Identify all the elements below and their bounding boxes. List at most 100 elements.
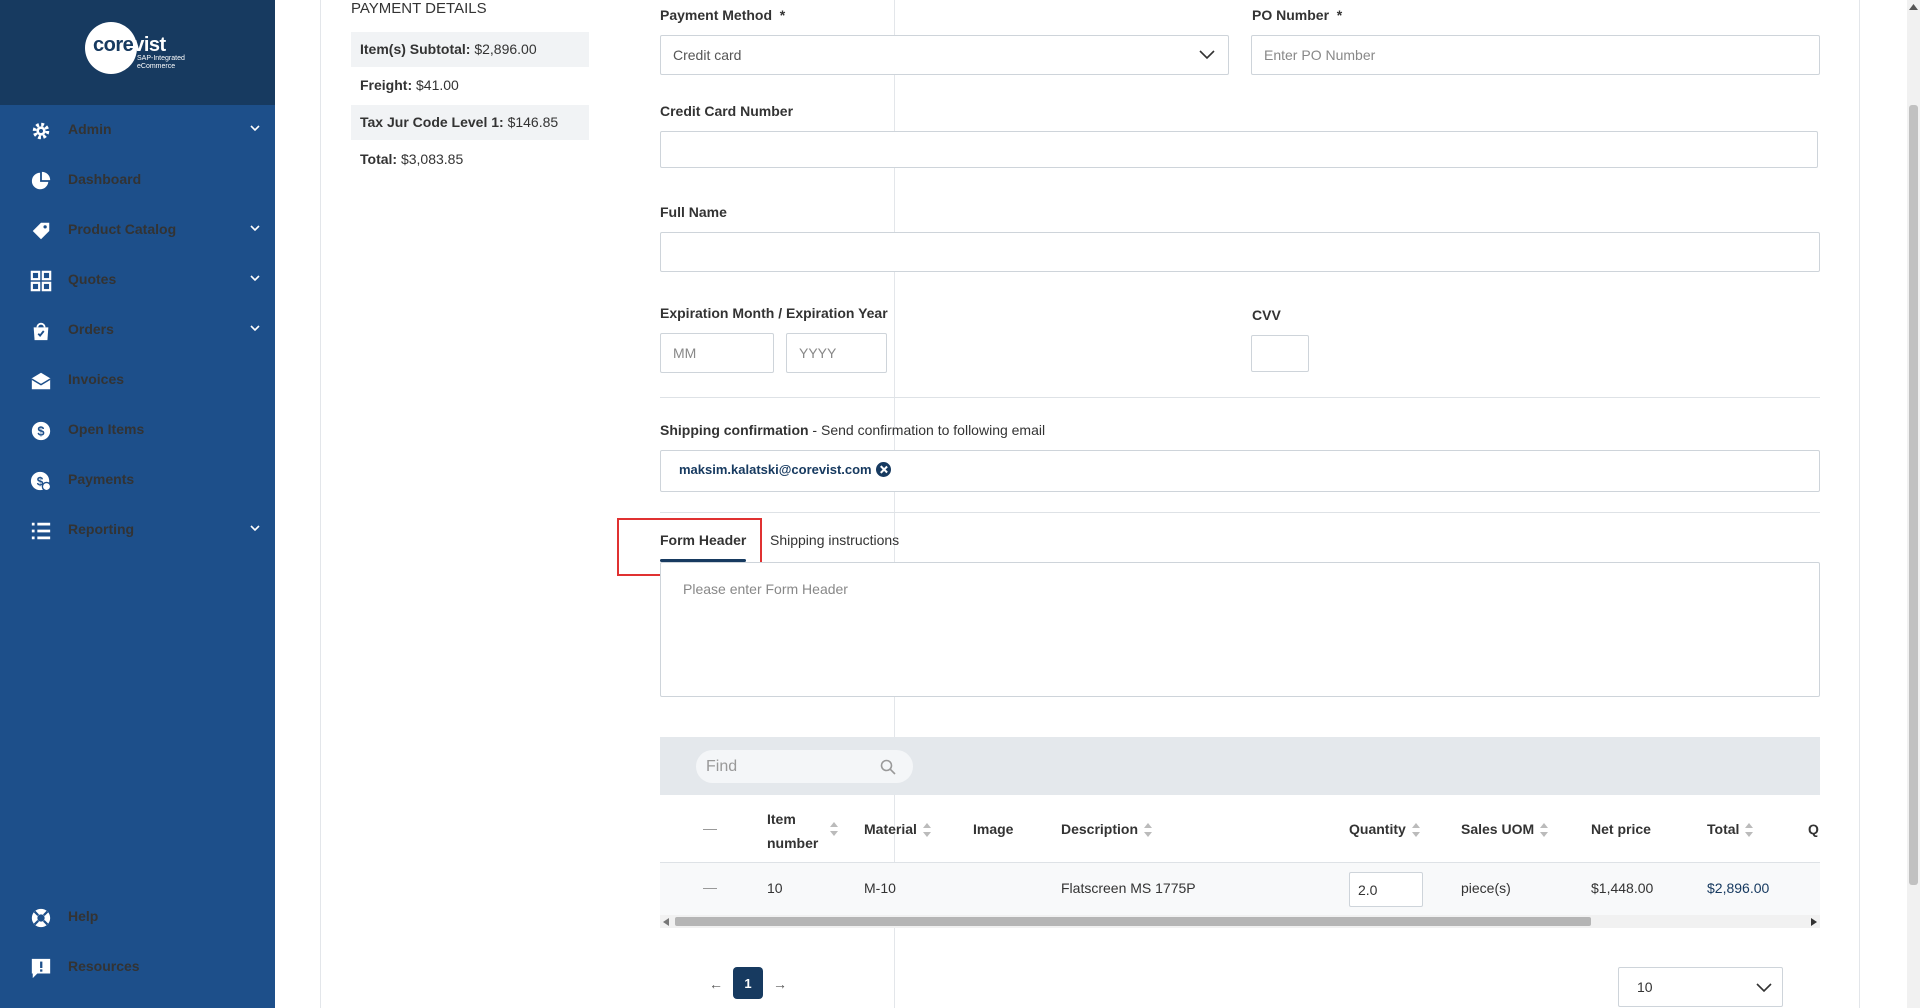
sidebar-item-invoices[interactable]: Invoices: [0, 360, 275, 400]
cell-description: Flatscreen MS 1775P: [1061, 880, 1196, 896]
sidebar-item-open-items[interactable]: $ Open Items: [0, 410, 275, 450]
sidebar-item-help[interactable]: Help: [0, 897, 275, 937]
sort-icon[interactable]: [1144, 822, 1153, 838]
sidebar-item-label: Product Catalog: [68, 221, 177, 237]
page-size-select[interactable]: 10: [1618, 967, 1783, 1007]
prev-page-button[interactable]: ←: [709, 976, 723, 992]
expiration-year-input[interactable]: YYYY: [786, 333, 887, 373]
form-header-textarea[interactable]: [660, 562, 1820, 697]
tag-icon: [32, 222, 50, 240]
expiration-month-input[interactable]: MM: [660, 333, 774, 373]
chevron-down-icon: [250, 125, 260, 132]
sidebar-item-orders[interactable]: Orders: [0, 310, 275, 350]
sidebar-item-label: Admin: [68, 121, 112, 137]
freight-row: Freight: $41.00: [360, 77, 459, 93]
chevron-down-icon: [250, 275, 260, 282]
sidebar-item-resources[interactable]: Resources: [0, 947, 275, 987]
dollar-circle-icon: $: [31, 421, 51, 441]
sort-icon[interactable]: [1540, 822, 1549, 838]
grid-icon: [30, 270, 52, 292]
sidebar-item-label: Reporting: [68, 521, 135, 537]
column-header-quantity[interactable]: Quantity: [1349, 821, 1420, 838]
sidebar-item-label: Quotes: [68, 271, 117, 287]
chevron-down-icon: [250, 325, 260, 332]
next-page-button[interactable]: →: [773, 976, 787, 992]
column-header-total[interactable]: Total: [1707, 821, 1754, 838]
quantity-input[interactable]: 2.0: [1349, 872, 1423, 907]
column-header-material[interactable]: Material: [864, 821, 931, 838]
payment-icon: $: [30, 471, 52, 492]
sort-icon[interactable]: [830, 821, 838, 837]
shopping-bag-icon: [33, 322, 49, 341]
chevron-down-icon: [250, 225, 260, 232]
payment-details-title: PAYMENT DETAILS: [351, 0, 487, 17]
scroll-up-icon[interactable]: [1909, 4, 1918, 10]
cc-number-label: Credit Card Number: [660, 103, 794, 119]
full-name-input[interactable]: [660, 232, 1820, 272]
total-row: Total: $3,083.85: [360, 151, 464, 167]
page-1-button[interactable]: 1: [733, 967, 763, 999]
sort-icon[interactable]: [922, 822, 931, 838]
cc-number-input[interactable]: [660, 131, 1818, 168]
sort-icon[interactable]: [1411, 822, 1420, 838]
search-icon[interactable]: [880, 759, 896, 775]
chevron-down-icon: [1756, 983, 1772, 993]
brand-header: corevist SAP-Integrated eCommerce: [0, 0, 275, 105]
sidebar-item-label: Invoices: [68, 371, 125, 387]
email-chip: maksim.kalatski@corevist.com: [679, 462, 891, 477]
gear-icon: [32, 122, 50, 140]
sidebar-item-quotes[interactable]: Quotes: [0, 260, 275, 300]
column-header-item-number[interactable]: Item number: [767, 807, 818, 855]
column-header-net-price[interactable]: Net price: [1591, 821, 1651, 837]
info-board-icon: [31, 958, 51, 979]
sidebar-item-label: Help: [68, 908, 99, 924]
sort-icon[interactable]: [1745, 822, 1754, 838]
tab-shipping-instructions[interactable]: Shipping instructions: [770, 532, 899, 548]
po-number-input[interactable]: Enter PO Number: [1251, 35, 1820, 75]
svg-text:$: $: [37, 424, 44, 439]
cell-total: $2,896.00: [1707, 880, 1770, 896]
sidebar-item-admin[interactable]: Admin: [0, 110, 275, 150]
list-icon: [31, 522, 51, 540]
cell-net-price: $1,448.00: [1591, 880, 1654, 896]
sidebar-item-label: Open Items: [68, 421, 145, 437]
divider: [660, 512, 1820, 513]
chevron-down-icon: [250, 525, 260, 532]
page-scroll-thumb[interactable]: [1909, 105, 1918, 885]
scroll-left-icon[interactable]: [663, 918, 670, 926]
payment-method-select[interactable]: Credit card: [660, 35, 1229, 75]
scroll-right-icon[interactable]: [1810, 918, 1817, 926]
sidebar-item-label: Payments: [68, 471, 135, 487]
expiration-label: Expiration Month / Expiration Year: [660, 305, 888, 321]
pie-chart-icon: [31, 171, 51, 190]
remove-email-icon[interactable]: [875, 462, 891, 477]
cell-material: M-10: [864, 880, 896, 896]
sidebar-item-product-catalog[interactable]: Product Catalog: [0, 210, 275, 250]
select-all-dash[interactable]: [703, 829, 717, 830]
divider: [660, 397, 1820, 398]
cell-item-number: 10: [767, 880, 783, 896]
column-header-description[interactable]: Description: [1061, 821, 1153, 838]
table-scroll-thumb[interactable]: [675, 917, 1591, 926]
cvv-label: CVV: [1252, 307, 1281, 323]
envelope-icon: [31, 372, 51, 390]
lifebuoy-icon: [31, 908, 51, 928]
sidebar-item-payments[interactable]: $ Payments: [0, 460, 275, 500]
cell-sales-uom: piece(s): [1461, 880, 1511, 896]
cvv-input[interactable]: [1251, 335, 1309, 372]
row-select-dash[interactable]: [703, 888, 717, 889]
sidebar-item-label: Resources: [68, 958, 140, 974]
payment-method-label: Payment Method *: [660, 7, 786, 23]
chevron-down-icon: [1199, 50, 1215, 60]
logo[interactable]: corevist: [93, 34, 166, 57]
subtotal-row: Item(s) Subtotal: $2,896.00: [351, 32, 589, 67]
logo-subtitle: SAP-Integrated eCommerce: [137, 55, 185, 70]
full-name-label: Full Name: [660, 204, 727, 220]
sidebar-item-dashboard[interactable]: Dashboard: [0, 160, 275, 200]
column-header-q[interactable]: Q: [1808, 821, 1819, 837]
sidebar: corevist SAP-Integrated eCommerce Admin …: [0, 0, 275, 1008]
po-number-label: PO Number *: [1252, 7, 1343, 23]
column-header-sales-uom[interactable]: Sales UOM: [1461, 821, 1549, 838]
column-header-image: Image: [973, 821, 1014, 837]
sidebar-item-reporting[interactable]: Reporting: [0, 510, 275, 550]
